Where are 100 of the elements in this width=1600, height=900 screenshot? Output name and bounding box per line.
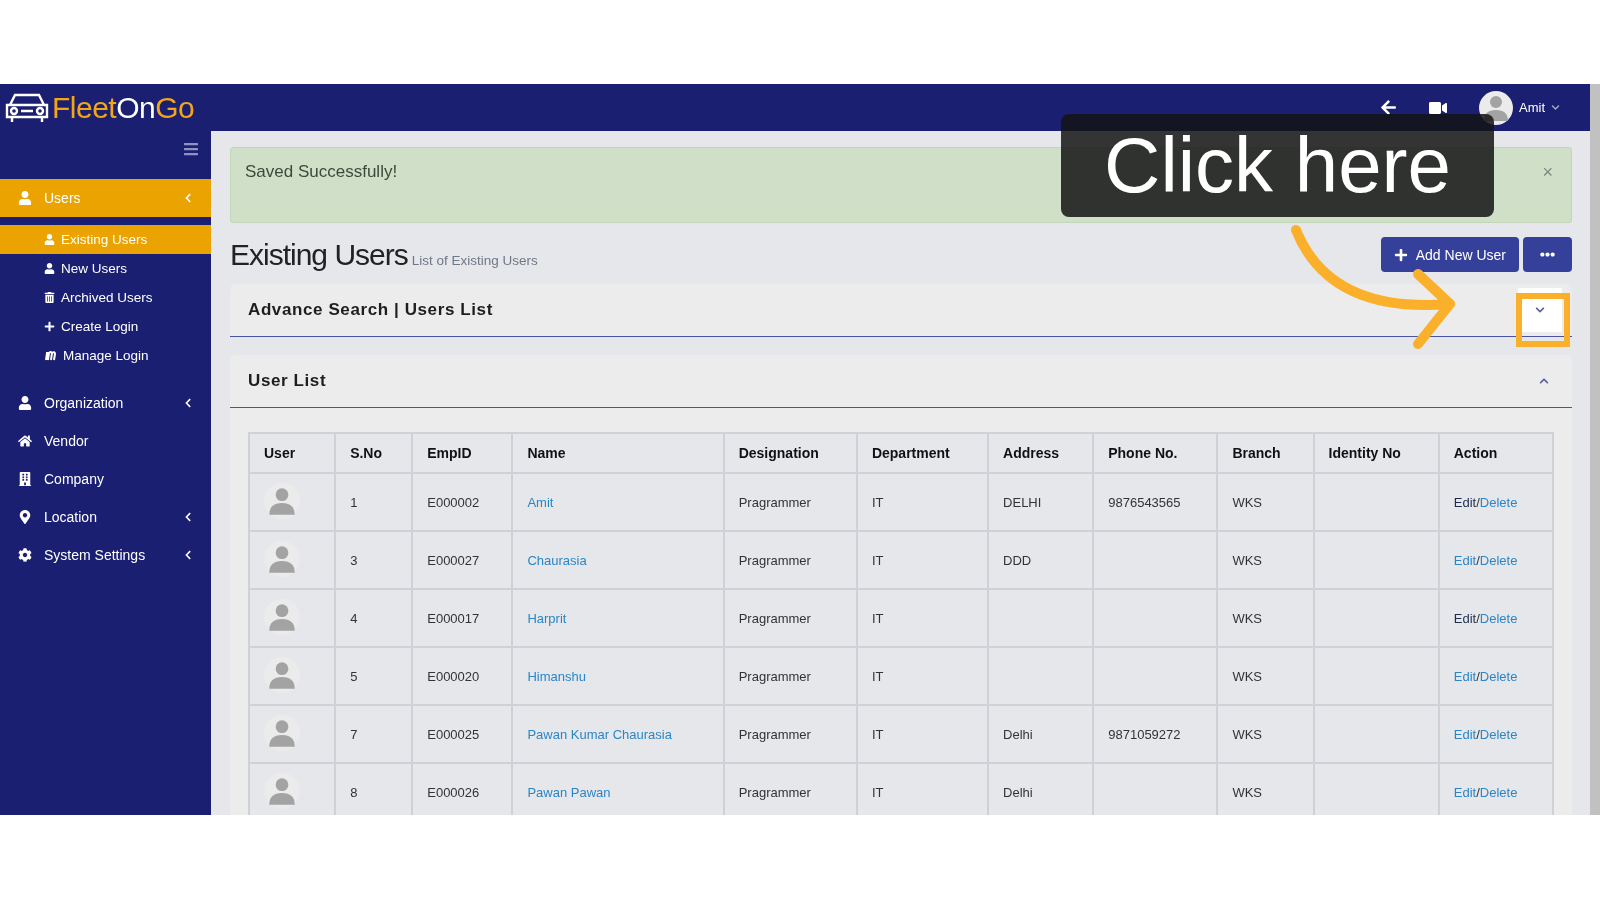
delete-link[interactable]: Delete	[1479, 726, 1518, 742]
sidebar-item[interactable]: System Settings	[0, 536, 211, 574]
edit-link[interactable]: Edit	[1453, 668, 1477, 684]
chevron-up-icon	[1539, 376, 1549, 386]
separator-slash: /	[1476, 494, 1480, 510]
column-header: Action	[1438, 433, 1553, 473]
user-icon	[44, 263, 55, 274]
sidebar-subitem[interactable]: Create Login	[0, 312, 211, 341]
delete-link[interactable]: Delete	[1479, 494, 1518, 510]
column-header: Branch	[1217, 433, 1314, 473]
name-link[interactable]: Pawan Kumar Chaurasia	[527, 726, 672, 742]
cell-text: DELHI	[1003, 494, 1042, 510]
name-link[interactable]: Amit	[527, 494, 554, 510]
cell-text: IT	[871, 668, 884, 684]
chevron-down-icon	[1535, 305, 1545, 315]
cell-text: IT	[871, 494, 884, 510]
cell-text: Pragrammer	[738, 610, 811, 626]
name-link[interactable]: Chaurasia	[527, 552, 587, 568]
house-icon	[18, 434, 32, 448]
sidebar-item[interactable]: Company	[0, 460, 211, 498]
edit-link[interactable]: Edit	[1453, 784, 1477, 800]
cell-text: IT	[871, 610, 884, 626]
logo-text: FleetOnGo	[52, 90, 195, 125]
name-link[interactable]: Harprit	[527, 610, 567, 626]
sidebar-subitem[interactable]: New Users	[0, 254, 211, 283]
column-header: Designation	[723, 433, 857, 473]
cell-text: DDD	[1003, 552, 1032, 568]
sidebar-item[interactable]: Location	[0, 498, 211, 536]
gear-icon	[18, 548, 32, 562]
cell-text: 8	[350, 784, 358, 800]
cell-text: Pragrammer	[738, 494, 811, 510]
cell-text: IT	[871, 726, 884, 742]
separator-slash: /	[1476, 726, 1480, 742]
cell-text: Delhi	[1003, 726, 1033, 742]
sidebar-item[interactable]: Vendor	[0, 422, 211, 460]
edit-link[interactable]: Edit	[1453, 552, 1477, 568]
chevron-icon	[183, 193, 193, 203]
cell-text: WKS	[1232, 784, 1263, 800]
sidebar-item[interactable]: Users	[0, 179, 211, 217]
cell-text: WKS	[1232, 726, 1263, 742]
delete-link[interactable]: Delete	[1479, 784, 1518, 800]
edit-link[interactable]: Edit	[1453, 610, 1477, 626]
m-icon	[44, 350, 57, 361]
chevron-icon	[183, 398, 193, 408]
cell-text: WKS	[1232, 668, 1263, 684]
edit-link[interactable]: Edit	[1453, 494, 1477, 510]
cell-text: IT	[871, 784, 884, 800]
delete-link[interactable]: Delete	[1479, 668, 1518, 684]
cell-text: WKS	[1232, 552, 1263, 568]
cell-text: WKS	[1232, 610, 1263, 626]
separator-slash: /	[1476, 668, 1480, 684]
separator-slash: /	[1476, 784, 1480, 800]
add-user-button[interactable]: Add New User	[1380, 237, 1519, 272]
sidebar-subitem[interactable]: Existing Users	[0, 225, 211, 254]
more-button[interactable]	[1523, 237, 1572, 272]
cell-text: 9871059272	[1108, 726, 1181, 742]
column-header: User	[249, 433, 336, 473]
cell-text: E000017	[427, 610, 480, 626]
cell-text: 9876543565	[1108, 494, 1181, 510]
alert-message: Saved Successfully!	[245, 162, 398, 183]
name-link[interactable]: Pawan Pawan	[527, 784, 611, 800]
panel-title: User List	[248, 371, 327, 391]
menu-icon[interactable]	[183, 141, 199, 157]
cell-text: Pragrammer	[738, 552, 811, 568]
building-icon	[18, 472, 32, 486]
delete-link[interactable]: Delete	[1479, 552, 1518, 568]
cell-text: E000026	[427, 784, 480, 800]
cell-text: 3	[350, 552, 358, 568]
column-header: Department	[856, 433, 989, 473]
user-icon	[44, 234, 55, 245]
sidebar-subitem[interactable]: Archived Users	[0, 283, 211, 312]
column-header: S.No	[335, 433, 413, 473]
cell-text: IT	[871, 552, 884, 568]
cell-text: E000020	[427, 668, 480, 684]
plus-icon	[44, 321, 55, 332]
close-button[interactable]: ×	[1542, 162, 1553, 182]
delete-link[interactable]: Delete	[1479, 610, 1518, 626]
separator-slash: /	[1476, 552, 1480, 568]
cell-text: Pragrammer	[738, 726, 811, 742]
sidebar-item[interactable]: Organization	[0, 384, 211, 422]
back-arrow-icon[interactable]	[1380, 99, 1397, 116]
cell-text: E000027	[427, 552, 480, 568]
cell-text: Delhi	[1003, 784, 1033, 800]
cell-text: Pragrammer	[738, 668, 811, 684]
cell-text: 7	[350, 726, 358, 742]
user-icon	[18, 396, 32, 410]
cell-text: 1	[350, 494, 358, 510]
page-subtitle: List of Existing Users	[411, 253, 538, 268]
chevron-icon	[183, 550, 193, 560]
panel-title: Advance Search | Users List	[248, 300, 493, 320]
name-link[interactable]: Himanshu	[527, 668, 586, 684]
trash-icon	[44, 292, 55, 303]
sidebar-subitem[interactable]: Manage Login	[0, 341, 211, 370]
cell-text: WKS	[1232, 494, 1263, 510]
column-header: Identity No	[1313, 433, 1439, 473]
page-title: Existing Users	[230, 238, 408, 272]
cell-text: 5	[350, 668, 358, 684]
chevron-icon	[183, 512, 193, 522]
edit-link[interactable]: Edit	[1453, 726, 1477, 742]
column-header: Name	[512, 433, 724, 473]
